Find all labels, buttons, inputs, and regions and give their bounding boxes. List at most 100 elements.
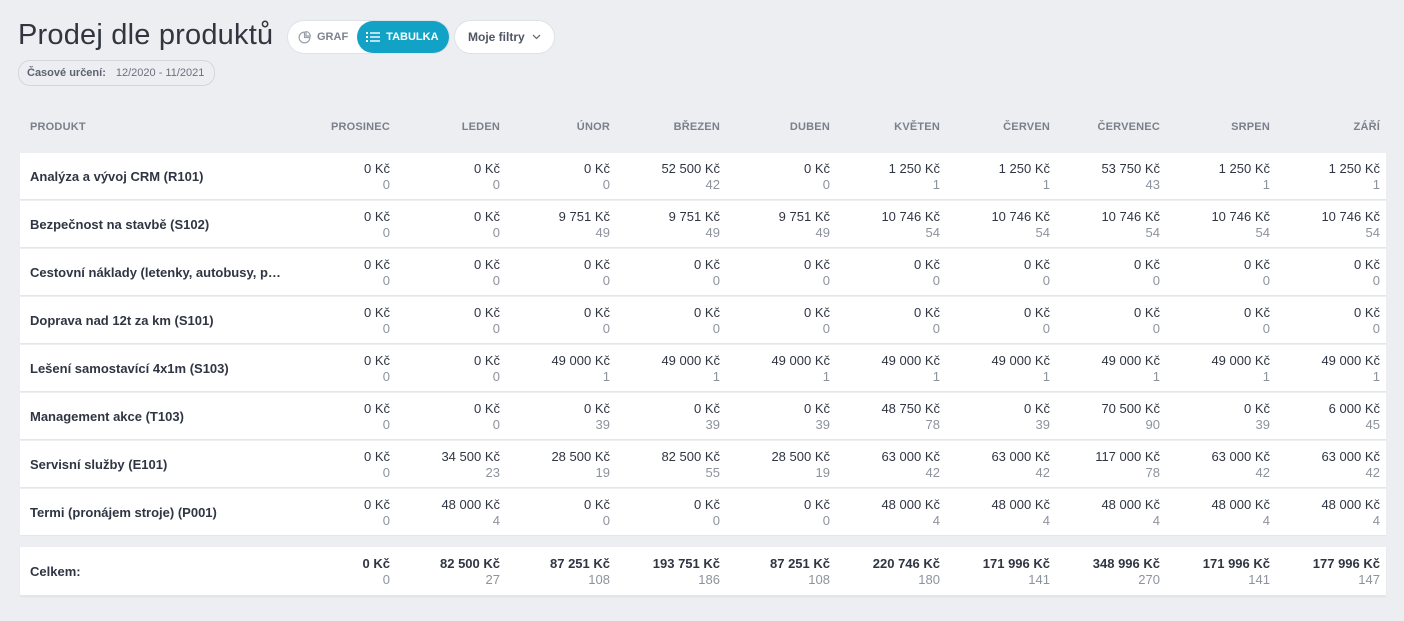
amount-value: 0 Kč <box>1023 257 1050 272</box>
column-header-month[interactable]: BŘEZEN <box>674 121 720 133</box>
month-cell: 10 746 Kč 54 <box>1280 209 1380 241</box>
amount-value: 1 250 Kč <box>1328 161 1380 176</box>
count-value: 42 <box>1035 465 1050 480</box>
column-header-month[interactable]: ÚNOR <box>577 121 610 133</box>
amount-value: 0 Kč <box>473 161 500 176</box>
count-value: 0 <box>602 513 610 528</box>
month-cell: 0 Kč 0 <box>1280 305 1380 337</box>
count-value: 43 <box>1145 177 1160 192</box>
count-value: 39 <box>1035 417 1050 432</box>
amount-value: 0 Kč <box>1133 257 1160 272</box>
count-value: 42 <box>1365 465 1380 480</box>
count-value: 0 <box>712 321 720 336</box>
month-cell: 52 500 Kč 42 <box>620 161 720 193</box>
count-value: 0 <box>382 465 390 480</box>
month-cell: 0 Kč 0 <box>950 305 1050 337</box>
amount-value: 0 Kč <box>1243 257 1270 272</box>
month-cell: 49 000 Kč 1 <box>510 353 610 385</box>
count-value: 0 <box>492 225 500 240</box>
amount-value: 0 Kč <box>363 257 390 272</box>
amount-value: 49 000 Kč <box>1321 353 1380 368</box>
count-value: 78 <box>1145 465 1160 480</box>
month-cell: 48 000 Kč 4 <box>950 497 1050 529</box>
view-toggle: GRAF TABULKA <box>288 21 449 53</box>
month-cell: 193 751 Kč 186 <box>620 556 720 588</box>
month-cell: 49 000 Kč 1 <box>730 353 830 385</box>
month-cell: 49 000 Kč 1 <box>1170 353 1270 385</box>
month-cell: 82 500 Kč 27 <box>400 556 500 588</box>
column-header-month[interactable]: KVĚTEN <box>894 121 940 133</box>
amount-value: 0 Kč <box>693 497 720 512</box>
amount-value: 10 746 Kč <box>991 209 1050 224</box>
count-value: 0 <box>382 321 390 336</box>
count-value: 0 <box>602 321 610 336</box>
product-name: Lešení samostavící 4x1m (S103) <box>30 361 229 376</box>
count-value: 0 <box>1372 321 1380 336</box>
count-value: 90 <box>1145 417 1160 432</box>
period-filter[interactable]: Časové určení: 12/2020 - 11/2021 <box>18 60 216 86</box>
amount-value: 49 000 Kč <box>881 353 940 368</box>
amount-value: 171 996 Kč <box>1202 556 1270 571</box>
month-cell: 0 Kč 0 <box>400 353 500 385</box>
count-value: 0 <box>822 321 830 336</box>
table-row[interactable]: Doprava nad 12t za km (S101) 0 Kč 0 0 Kč 0 0 … <box>20 297 1386 344</box>
month-cell: 0 Kč 0 <box>620 305 720 337</box>
month-cell: 0 Kč 0 <box>1170 305 1270 337</box>
table-row[interactable]: Management akce (T103) 0 Kč 0 0 Kč 0 0 Kč 39 0 … <box>20 393 1386 440</box>
my-filters-dropdown[interactable]: Moje filtry <box>455 21 554 53</box>
column-header-month[interactable]: ZÁŘÍ <box>1354 121 1380 133</box>
count-value: 0 <box>932 273 940 288</box>
count-value: 141 <box>1028 572 1050 587</box>
table-row[interactable]: Cestovní náklady (letenky, autobusy, pře… <box>20 249 1386 296</box>
month-cell: 117 000 Kč 78 <box>1060 449 1160 481</box>
amount-value: 0 Kč <box>803 401 830 416</box>
column-header-month[interactable]: DUBEN <box>790 121 830 133</box>
table-row[interactable]: Analýza a vývoj CRM (R101) 0 Kč 0 0 Kč 0 0 Kč… <box>20 153 1386 200</box>
month-cell: 0 Kč 0 <box>1060 257 1160 289</box>
count-value: 54 <box>1365 225 1380 240</box>
amount-value: 63 000 Kč <box>1321 449 1380 464</box>
count-value: 0 <box>382 225 390 240</box>
amount-value: 0 Kč <box>363 209 390 224</box>
month-cell: 0 Kč 39 <box>510 401 610 433</box>
count-value: 0 <box>492 177 500 192</box>
amount-value: 53 750 Kč <box>1101 161 1160 176</box>
count-value: 49 <box>815 225 830 240</box>
month-cell: 6 000 Kč 45 <box>1280 401 1380 433</box>
tabulka-view-button[interactable]: TABULKA <box>357 21 449 53</box>
amount-value: 63 000 Kč <box>881 449 940 464</box>
count-value: 0 <box>492 417 500 432</box>
count-value: 270 <box>1138 572 1160 587</box>
month-cell: 0 Kč 0 <box>400 257 500 289</box>
table-row[interactable]: Lešení samostavící 4x1m (S103) 0 Kč 0 0 Kč 0… <box>20 345 1386 392</box>
count-value: 0 <box>822 177 830 192</box>
table-row[interactable]: Servisní služby (E101) 0 Kč 0 34 500 Kč 23 28… <box>20 441 1386 488</box>
amount-value: 0 Kč <box>363 401 390 416</box>
column-header-month[interactable]: LEDEN <box>462 121 500 133</box>
month-cell: 0 Kč 0 <box>730 161 830 193</box>
column-header-month[interactable]: ČERVEN <box>1003 121 1050 133</box>
amount-value: 0 Kč <box>1023 305 1050 320</box>
column-header-month[interactable]: PROSINEC <box>331 121 390 133</box>
month-cell: 171 996 Kč 141 <box>950 556 1050 588</box>
count-value: 54 <box>1255 225 1270 240</box>
month-cell: 48 000 Kč 4 <box>400 497 500 529</box>
amount-value: 9 751 Kč <box>778 209 830 224</box>
table-row[interactable]: Termi (pronájem stroje) (P001) 0 Kč 0 48 00… <box>20 489 1386 536</box>
amount-value: 48 000 Kč <box>881 497 940 512</box>
month-cell: 0 Kč 0 <box>400 401 500 433</box>
month-cell: 63 000 Kč 42 <box>840 449 940 481</box>
count-value: 39 <box>705 417 720 432</box>
table-row[interactable]: Bezpečnost na stavbě (S102) 0 Kč 0 0 Kč 0 9 7… <box>20 201 1386 248</box>
amount-value: 28 500 Kč <box>551 449 610 464</box>
month-cell: 1 250 Kč 1 <box>840 161 940 193</box>
month-cell: 63 000 Kč 42 <box>950 449 1050 481</box>
amount-value: 49 000 Kč <box>991 353 1050 368</box>
column-header-month[interactable]: ČERVENEC <box>1097 121 1160 133</box>
graf-view-button[interactable]: GRAF <box>288 21 357 53</box>
amount-value: 1 250 Kč <box>888 161 940 176</box>
column-header-month[interactable]: SRPEN <box>1231 121 1270 133</box>
amount-value: 52 500 Kč <box>661 161 720 176</box>
column-header-product[interactable]: PRODUKT <box>30 121 86 133</box>
count-value: 0 <box>822 273 830 288</box>
